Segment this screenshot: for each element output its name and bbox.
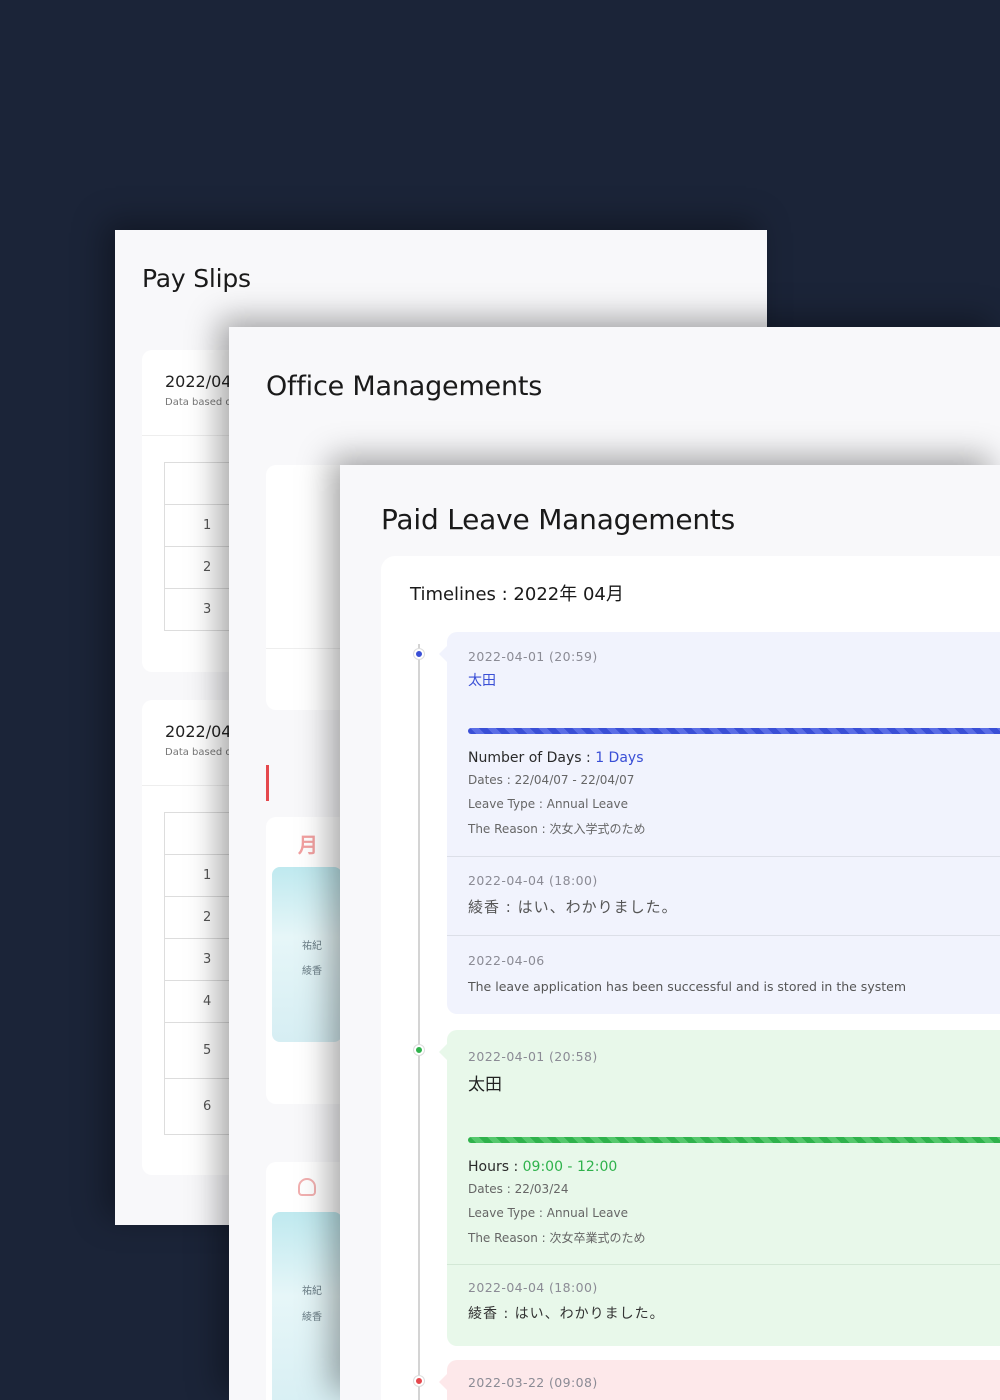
amount-label: Number of Days :: [468, 750, 596, 766]
paid-leave-managements-sheet: Paid Leave Managements Timelines : 2022年…: [340, 465, 1000, 1400]
paid-leave-title: Paid Leave Managements: [381, 503, 736, 536]
reply-timestamp: 2022-04-04 (18:00): [468, 1280, 598, 1295]
staff-name: 綾香: [302, 966, 322, 977]
timeline-dot-red-icon: [414, 1376, 424, 1386]
reply-message: 綾香 : はい、わかりました。: [468, 898, 678, 916]
leave-entry[interactable]: 2022-03-22 (09:08): [439, 1360, 1000, 1400]
entry-timestamp: 2022-04-01 (20:58): [468, 1049, 598, 1064]
applicant-name: 太田: [468, 673, 496, 689]
status-bar: [468, 1137, 1000, 1143]
leave-type: Leave Type : Annual Leave: [468, 797, 628, 811]
leave-dates: Dates : 22/03/24: [468, 1182, 569, 1196]
seal-icon: [298, 1178, 316, 1196]
system-timestamp: 2022-04-06: [468, 953, 545, 968]
leave-reason: The Reason : 次女入学式のため: [468, 822, 646, 836]
reply-timestamp: 2022-04-04 (18:00): [468, 873, 598, 888]
calendar-strip: [272, 1212, 342, 1400]
pay-slips-title: Pay Slips: [142, 264, 251, 293]
staff-name: 綾香: [302, 1312, 322, 1323]
entry-divider: [447, 935, 1000, 936]
entry-timestamp: 2022-03-22 (09:08): [468, 1375, 598, 1390]
reply-message: 綾香 : はい、わかりました。: [468, 1306, 665, 1322]
leave-entry[interactable]: 2022-04-01 (20:58) 太田 A Hours : 09:00 - …: [439, 1030, 1000, 1346]
timeline-card: Timelines : 2022年 04月 2022-04-01 (20:59)…: [381, 556, 1000, 1400]
leave-type: Leave Type : Annual Leave: [468, 1206, 628, 1220]
leave-dates: Dates : 22/04/07 - 22/04/07: [468, 773, 635, 787]
status-bar: [468, 728, 1000, 734]
timeline-line: [418, 644, 420, 1400]
staff-name: 祐紀: [302, 941, 322, 952]
amount-label: Hours :: [468, 1159, 523, 1175]
entry-timestamp: 2022-04-01 (20:59): [468, 649, 598, 664]
amount-value: 09:00 - 12:00: [522, 1159, 618, 1175]
red-marker: [266, 765, 269, 801]
amount-value: 1 Days: [595, 750, 644, 766]
month-mark: 月: [298, 833, 318, 857]
leave-entry[interactable]: 2022-04-01 (20:59) 太田 Number of Days : 1…: [439, 632, 1000, 1014]
amount-line: Hours : 09:00 - 12:00: [468, 1159, 617, 1175]
entry-divider: [447, 856, 1000, 857]
leave-reason: The Reason : 次女卒業式のため: [468, 1231, 646, 1245]
system-message: The leave application has been successfu…: [468, 979, 906, 994]
office-managements-title: Office Managements: [266, 371, 543, 402]
amount-line: Number of Days : 1 Days: [468, 750, 644, 766]
calendar-strip: [272, 867, 342, 1042]
timeline-dot-green-icon: [414, 1045, 424, 1055]
entry-divider: [447, 1264, 1000, 1265]
timeline-title: Timelines : 2022年 04月: [410, 584, 624, 605]
timeline-dot-blue-icon: [414, 649, 424, 659]
applicant-name: 太田: [468, 1075, 502, 1095]
staff-name: 祐紀: [302, 1286, 322, 1297]
